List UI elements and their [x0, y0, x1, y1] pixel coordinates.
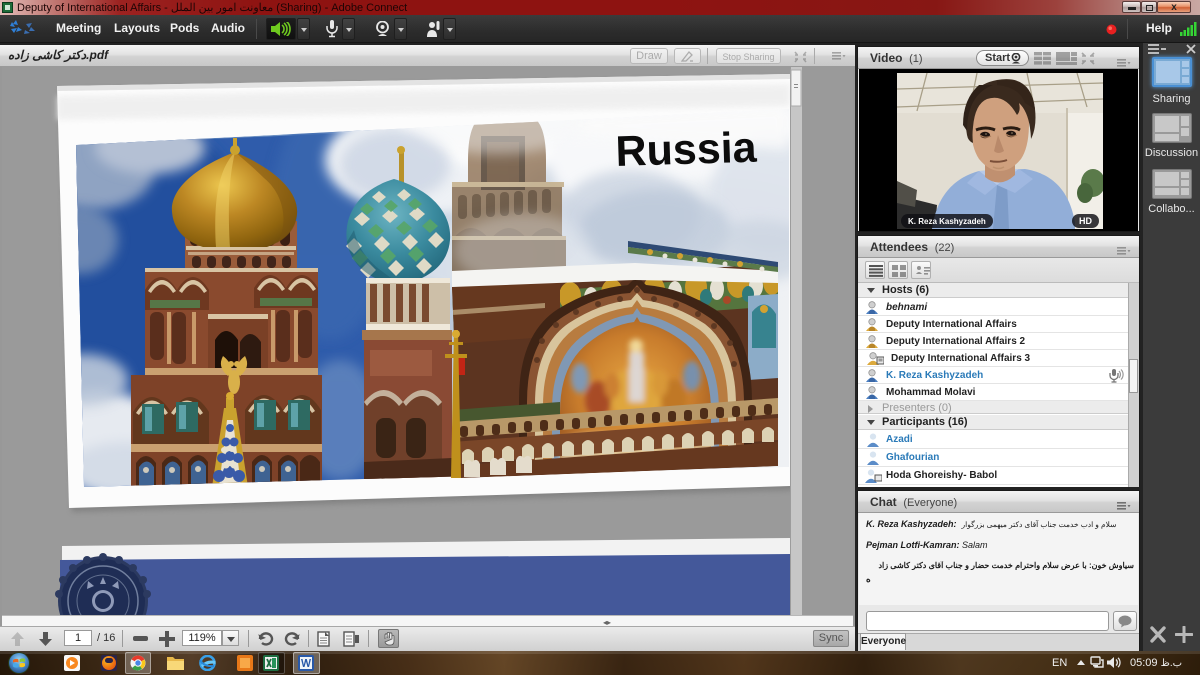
svg-text:Russia: Russia — [615, 124, 759, 176]
